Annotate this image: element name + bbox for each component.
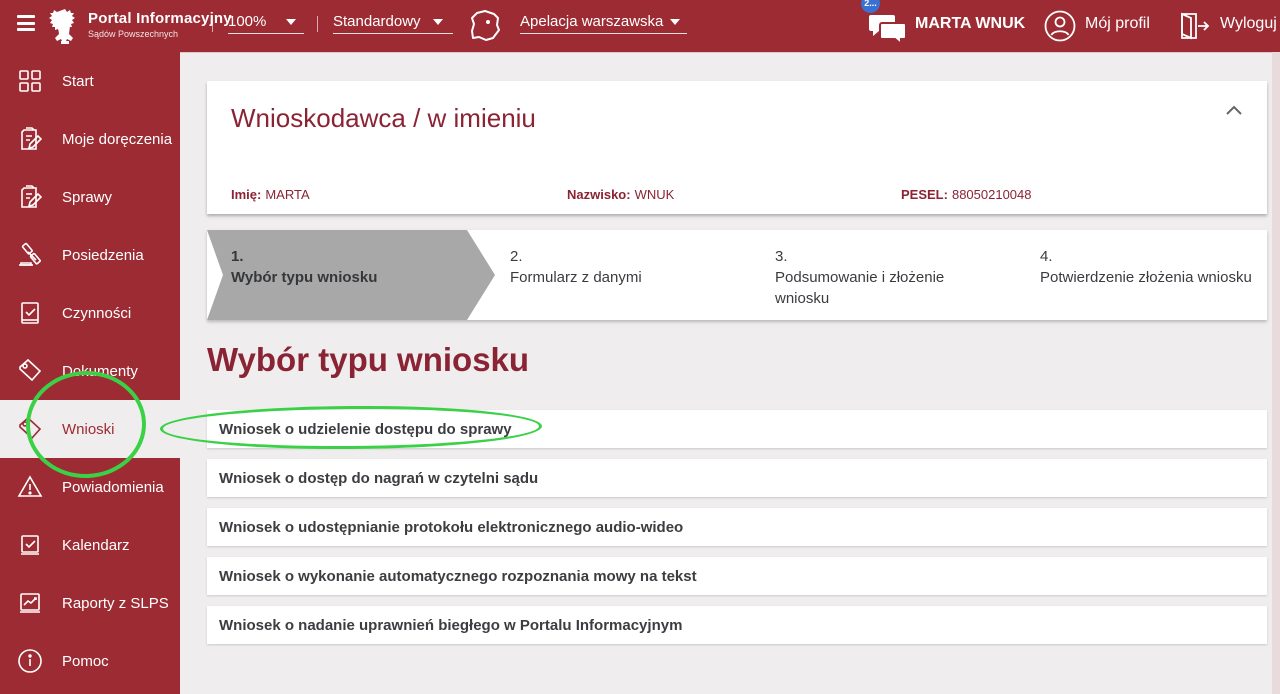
step-label: Potwierdzenie złożenia wniosku <box>1040 269 1252 286</box>
step-number: 4. <box>1040 246 1270 267</box>
request-type-uprawnienia-bieglego[interactable]: Wniosek o nadanie uprawnień biegłego w P… <box>207 606 1267 644</box>
request-type-list: Wniosek o udzielenie dostępu do sprawy W… <box>207 410 1267 655</box>
field-label: Imię: <box>231 187 261 202</box>
step-label: Wybór typu wniosku <box>231 269 377 286</box>
user-name: MARTA WNUK <box>915 15 1025 33</box>
step-number: 1. <box>231 246 495 267</box>
sidebar-item-label: Pomoc <box>62 653 109 670</box>
polish-eagle-logo-icon <box>48 6 82 46</box>
sidebar-item-label: Raporty z SLPS <box>62 595 169 612</box>
poland-map-icon <box>468 9 502 43</box>
header-divider <box>317 16 318 32</box>
info-icon <box>15 646 45 676</box>
sidebar-item-powiadomienia[interactable]: Powiadomienia <box>0 458 180 516</box>
sidebar-item-raporty-slps[interactable]: Raporty z SLPS <box>0 574 180 632</box>
header-divider <box>212 16 213 32</box>
logout-door-icon <box>1178 10 1212 42</box>
main-content: Wnioskodawca / w imieniu Imię: MARTA Nazw… <box>180 52 1280 694</box>
applicant-card-title: Wnioskodawca / w imieniu <box>231 103 536 134</box>
field-value: MARTA <box>265 187 309 202</box>
profile-button[interactable]: Mój profil <box>1043 0 1153 52</box>
applicant-first-name: Imię: MARTA <box>231 187 310 202</box>
sidebar-item-czynnosci[interactable]: Czynności <box>0 284 180 342</box>
sidebar-item-label: Dokumenty <box>62 363 138 380</box>
sidebar-item-moje-doreczenia[interactable]: Moje doręczenia <box>0 110 180 168</box>
field-value: WNUK <box>635 187 675 202</box>
chevron-down-icon <box>670 19 680 25</box>
sidebar-item-label: Wnioski <box>62 421 115 438</box>
hamburger-menu-icon[interactable] <box>17 15 37 32</box>
portal-informacyjny-window: Portal Informacyjny Sądów Powszechnych 1… <box>0 0 1280 694</box>
top-bar: Portal Informacyjny Sądów Powszechnych 1… <box>0 0 1280 52</box>
document-check-icon <box>15 298 45 328</box>
contrast-mode-dropdown[interactable]: Standardowy <box>333 0 453 52</box>
chevron-down-icon <box>433 19 443 25</box>
wizard-steps: 1. Wybór typu wniosku 2. Formularz z dan… <box>207 230 1267 320</box>
wizard-step-3: 3. Podsumowanie i złożenie wniosku <box>775 230 955 320</box>
chat-bubbles-icon <box>868 9 908 45</box>
step-number: 2. <box>510 246 750 267</box>
sidebar-item-label: Kalendarz <box>62 537 130 554</box>
zoom-level-value: 100% <box>228 13 266 30</box>
sidebar-item-label: Moje doręczenia <box>62 131 172 148</box>
grid-icon <box>15 66 45 96</box>
calendar-check-icon <box>15 530 45 560</box>
profile-label: Mój profil <box>1085 15 1150 33</box>
messages-button[interactable]: 2... MARTA WNUK <box>868 0 1013 52</box>
wizard-step-1-active: 1. Wybór typu wniosku <box>207 230 495 320</box>
sidebar-item-start[interactable]: Start <box>0 52 180 110</box>
request-type-protokol-audio-wideo[interactable]: Wniosek o udostępnianie protokołu elektr… <box>207 508 1267 546</box>
app-title-block: Portal Informacyjny Sądów Powszechnych <box>88 10 232 39</box>
sidebar-item-label: Posiedzenia <box>62 247 144 264</box>
wizard-step-2: 2. Formularz z danymi <box>510 230 750 320</box>
page-title: Wybór typu wniosku <box>207 341 529 379</box>
clipboard-edit-icon <box>15 124 45 154</box>
sidebar-item-sprawy[interactable]: Sprawy <box>0 168 180 226</box>
logout-button[interactable]: Wyloguj <box>1178 0 1280 52</box>
chevron-down-icon <box>286 19 296 25</box>
field-value: 88050210048 <box>952 187 1032 202</box>
sidebar-item-posiedzenia[interactable]: Posiedzenia <box>0 226 180 284</box>
app-title: Portal Informacyjny <box>88 10 232 27</box>
field-label: PESEL: <box>901 187 948 202</box>
field-label: Nazwisko: <box>567 187 631 202</box>
logout-label: Wyloguj <box>1220 15 1277 33</box>
tag-icon <box>15 356 45 386</box>
request-type-rozpoznanie-mowy[interactable]: Wniosek o wykonanie automatycznego rozpo… <box>207 557 1267 595</box>
wizard-step-4: 4. Potwierdzenie złożenia wniosku <box>1040 230 1270 320</box>
contrast-mode-value: Standardowy <box>333 13 421 30</box>
report-chart-icon <box>15 588 45 618</box>
sidebar-item-label: Start <box>62 73 94 90</box>
sidebar-item-kalendarz[interactable]: Kalendarz <box>0 516 180 574</box>
sidebar-item-dokumenty[interactable]: Dokumenty <box>0 342 180 400</box>
collapse-chevron-up-icon[interactable] <box>1225 103 1243 117</box>
request-type-dostep-do-sprawy[interactable]: Wniosek o udzielenie dostępu do sprawy <box>207 410 1267 448</box>
tag-icon <box>15 414 45 444</box>
step-label: Formularz z danymi <box>510 269 642 286</box>
apelacja-region-dropdown[interactable]: Apelacja warszawska <box>520 0 687 52</box>
warning-icon <box>15 472 45 502</box>
sidebar-item-wnioski[interactable]: Wnioski <box>0 400 180 458</box>
sidebar-item-label: Czynności <box>62 305 131 322</box>
sidebar-nav: Start Moje doręczenia Sprawy Posiedzenia <box>0 52 180 694</box>
applicant-pesel: PESEL: 88050210048 <box>901 187 1032 202</box>
request-type-nagrania-czytelnia[interactable]: Wniosek o dostęp do nagrań w czytelni są… <box>207 459 1267 497</box>
step-number: 3. <box>775 246 955 267</box>
user-circle-icon <box>1043 9 1077 43</box>
gavel-icon <box>15 240 45 270</box>
applicant-card: Wnioskodawca / w imieniu Imię: MARTA Nazw… <box>207 81 1267 214</box>
zoom-level-dropdown[interactable]: 100% <box>228 0 304 52</box>
clipboard-edit-icon <box>15 182 45 212</box>
step-label: Podsumowanie i złożenie wniosku <box>775 269 944 307</box>
sidebar-item-pomoc[interactable]: Pomoc <box>0 632 180 690</box>
sidebar-item-label: Powiadomienia <box>62 479 164 496</box>
vertical-scrollbar[interactable] <box>1272 52 1280 694</box>
app-subtitle: Sądów Powszechnych <box>88 29 232 39</box>
apelacja-region-value: Apelacja warszawska <box>520 13 663 30</box>
sidebar-item-label: Sprawy <box>62 189 112 206</box>
applicant-last-name: Nazwisko: WNUK <box>567 187 674 202</box>
